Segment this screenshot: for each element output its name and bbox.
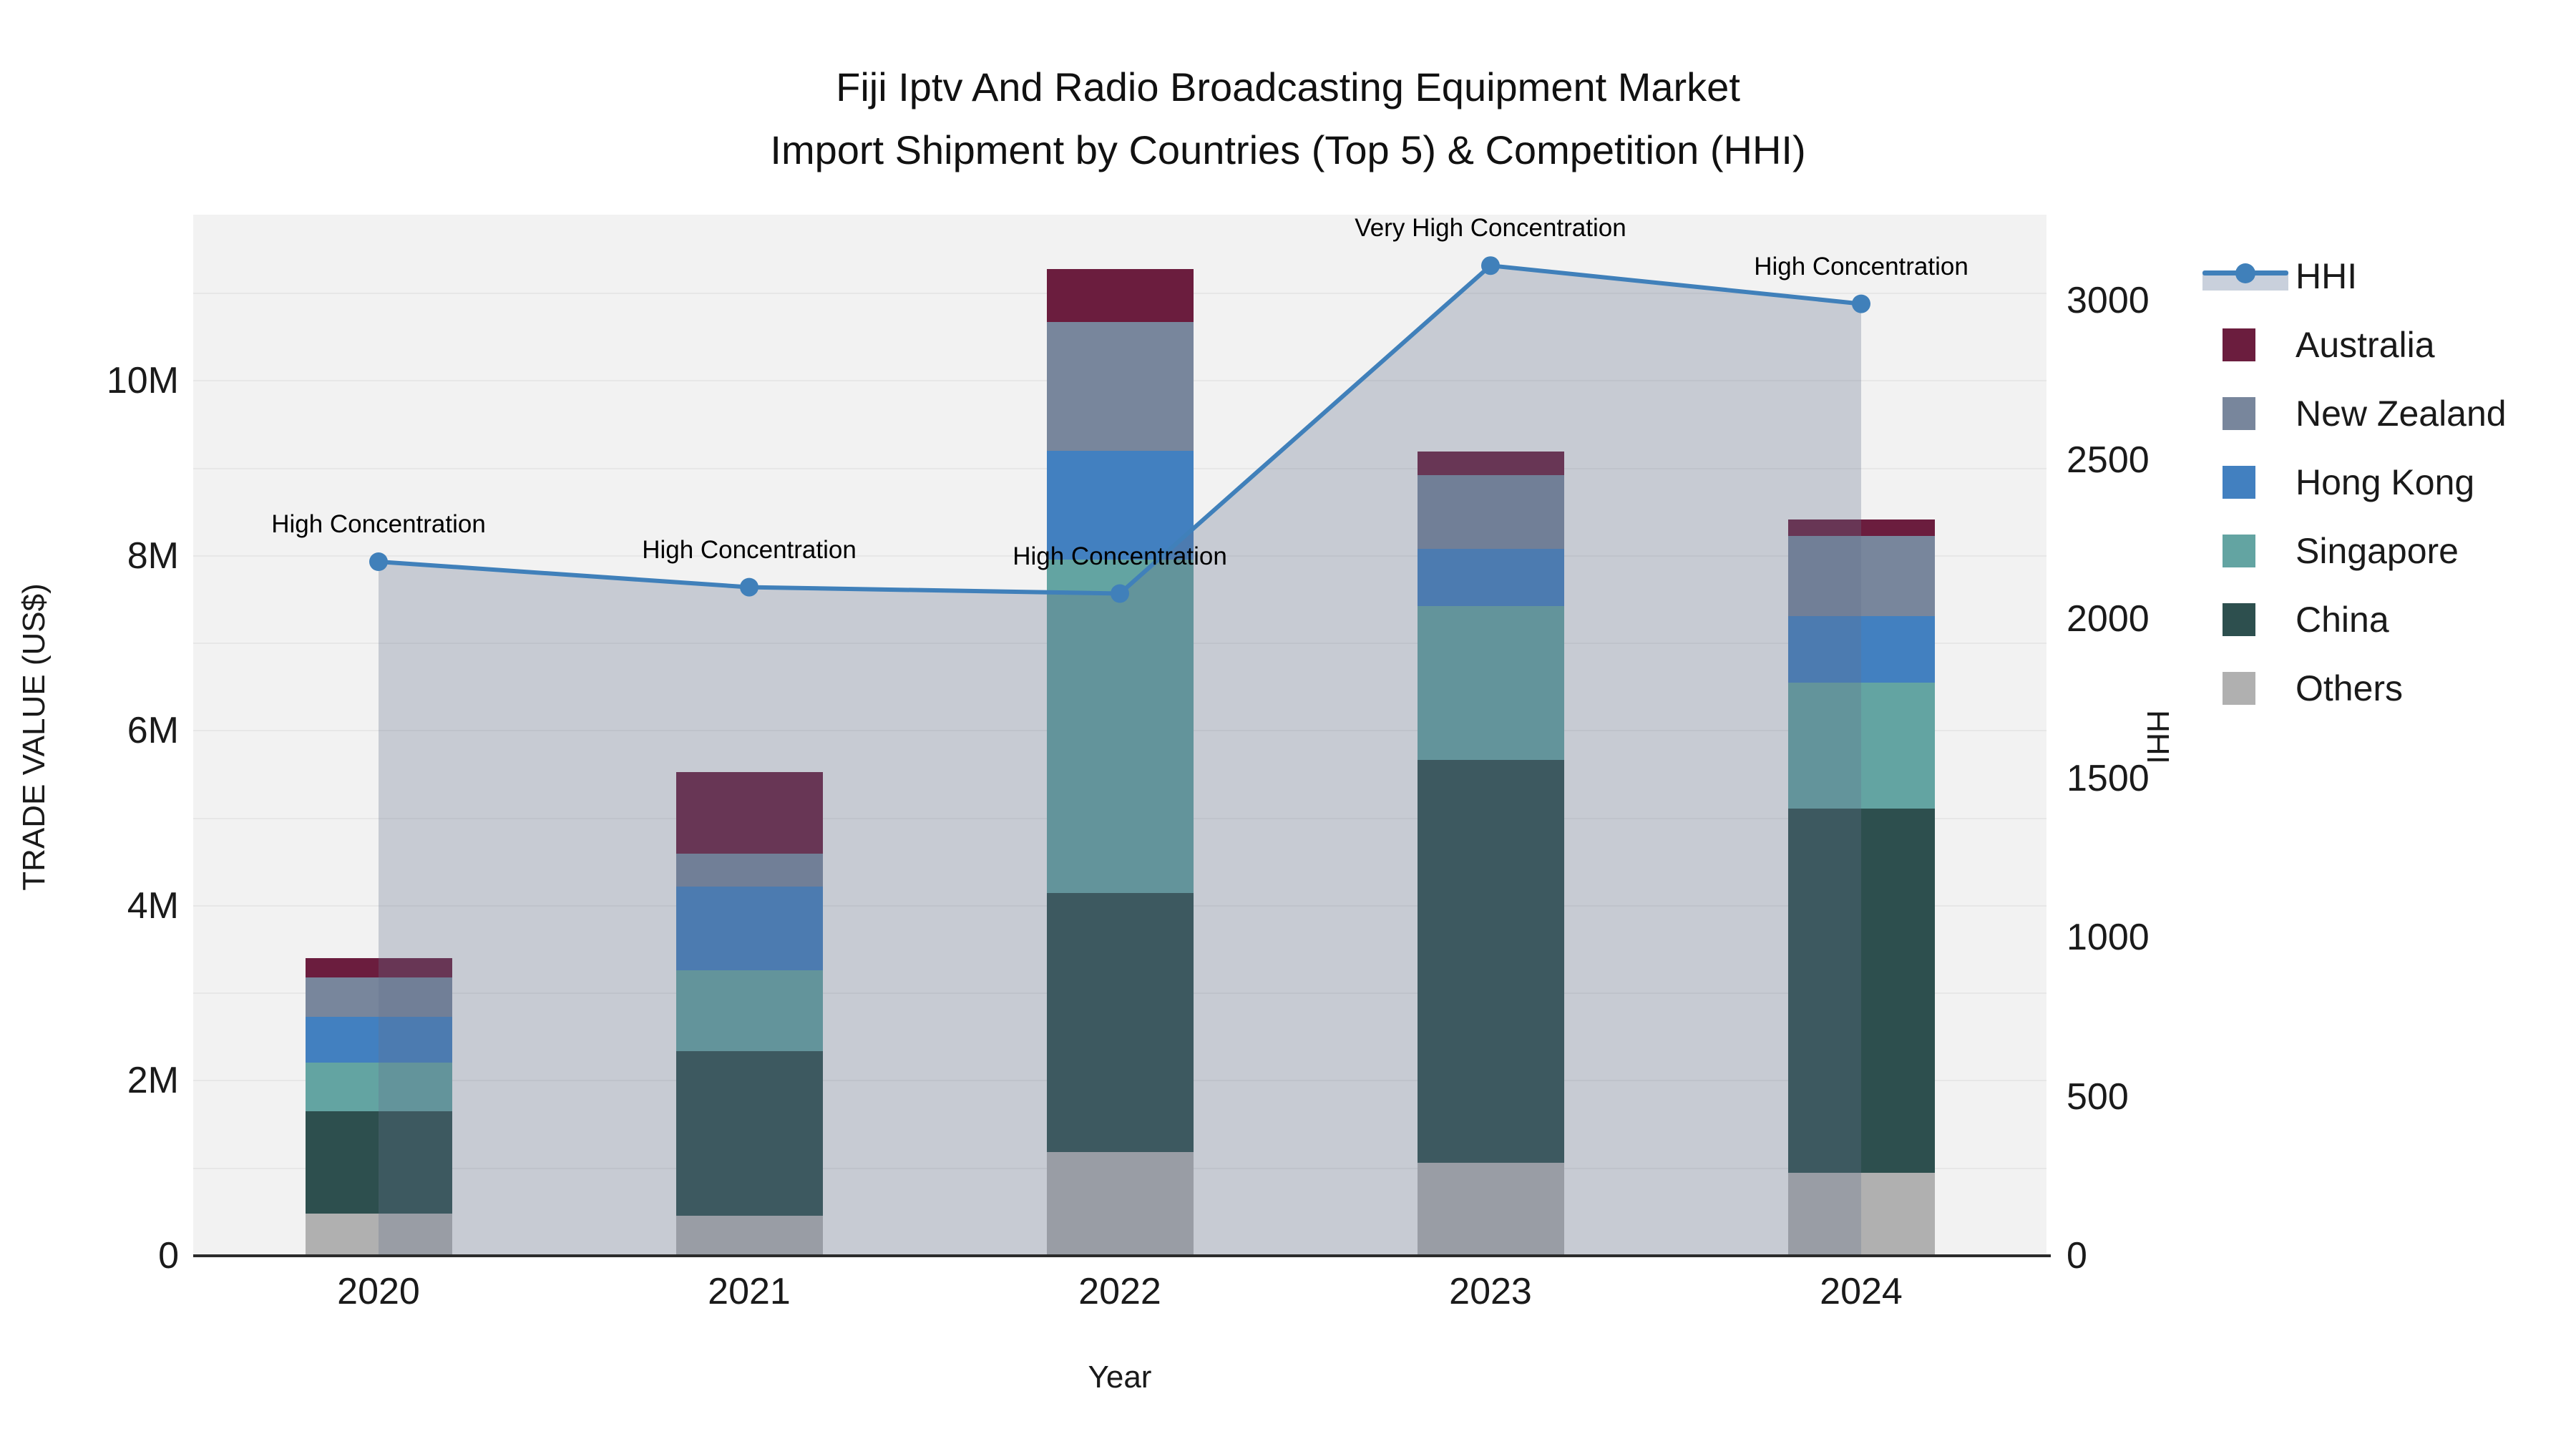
legend-swatch-new-zealand (2223, 397, 2255, 430)
legend-item-others[interactable]: Others (2202, 654, 2507, 723)
legend-label: Hong Kong (2296, 462, 2475, 502)
y-tick-right-500: 500 (2067, 1075, 2129, 1118)
chart-title-line2: Import Shipment by Countries (Top 5) & C… (770, 127, 1806, 172)
bar-segment-new-zealand-2022 (1046, 322, 1194, 452)
y-tick-right-2500: 2500 (2067, 439, 2150, 481)
hhi-marker-2021 (740, 577, 758, 597)
bar-segment-hong-kong-2024 (1787, 616, 1935, 683)
legend-swatch-others (2223, 672, 2255, 705)
legend-swatch-hong-kong (2223, 466, 2255, 499)
y-tick-right-1000: 1000 (2067, 917, 2150, 959)
legend-label: HHI (2296, 256, 2358, 296)
y-axis-right-title: HHI (2140, 710, 2175, 764)
bar-segment-singapore-2020 (305, 1062, 452, 1112)
y-tick-left-2M: 2M (127, 1060, 179, 1102)
bar-segment-hong-kong-2021 (675, 887, 823, 971)
plot-area: High Concentration High Concentration High… (193, 214, 2046, 1256)
legend-item-hhi[interactable]: HHI (2202, 242, 2507, 311)
bar-segment-new-zealand-2021 (675, 853, 823, 887)
bar-segment-singapore-2023 (1417, 605, 1564, 760)
annotation-2020: High Concentration (271, 510, 486, 538)
bar-segment-others-2021 (675, 1215, 823, 1256)
legend-label: Australia (2296, 325, 2435, 365)
legend: HHI Australia New Zealand Hong Kong Singapor… (2202, 242, 2507, 723)
bar-segment-singapore-2024 (1787, 683, 1935, 809)
chart-title: Fiji Iptv And Radio Broadcasting Equipme… (0, 56, 2576, 182)
x-tick-2021: 2021 (708, 1271, 791, 1312)
legend-swatch-singapore (2223, 535, 2255, 567)
legend-item-australia[interactable]: Australia (2202, 311, 2507, 379)
bar-segment-australia-2022 (1046, 268, 1194, 323)
bar-segment-new-zealand-2023 (1417, 475, 1564, 550)
bar-segment-australia-2020 (305, 958, 452, 978)
x-tick-2024: 2024 (1820, 1271, 1903, 1312)
bar-segment-china-2024 (1787, 809, 1935, 1173)
y-tick-right-1500: 1500 (2067, 757, 2150, 799)
legend-swatch-australia (2223, 328, 2255, 361)
x-tick-2023: 2023 (1449, 1271, 1532, 1312)
hhi-marker-2024 (1852, 294, 1870, 313)
figure: Fiji Iptv And Radio Broadcasting Equipme… (0, 0, 2576, 1449)
annotation-2021: High Concentration (642, 535, 857, 564)
y-tick-left-6M: 6M (127, 710, 179, 752)
annotation-2023: Very High Concentration (1355, 214, 1626, 243)
bar-segment-singapore-2022 (1046, 559, 1194, 893)
bar-segment-china-2020 (305, 1111, 452, 1214)
annotation-2022: High Concentration (1013, 542, 1227, 570)
y-tick-right-0: 0 (2067, 1235, 2087, 1277)
x-axis-title: Year (1088, 1360, 1152, 1395)
x-axis-line (193, 1254, 2051, 1257)
legend-hhi-line-sample (2202, 260, 2288, 292)
y-axis-left-title: TRADE VALUE (US$) (16, 583, 52, 891)
legend-label: China (2296, 600, 2389, 640)
y-tick-left-10M: 10M (106, 360, 179, 402)
y-tick-right-2000: 2000 (2067, 598, 2150, 640)
legend-item-china[interactable]: China (2202, 585, 2507, 654)
x-tick-2020: 2020 (337, 1271, 420, 1312)
bar-segment-china-2021 (675, 1050, 823, 1216)
bar-segment-singapore-2021 (675, 970, 823, 1051)
y-tick-left-4M: 4M (127, 884, 179, 927)
bar-segment-hong-kong-2020 (305, 1017, 452, 1063)
legend-item-singapore[interactable]: Singapore (2202, 517, 2507, 585)
legend-label: New Zealand (2296, 394, 2507, 434)
y-tick-right-3000: 3000 (2067, 280, 2150, 322)
legend-item-new-zealand[interactable]: New Zealand (2202, 379, 2507, 448)
bar-segment-australia-2021 (675, 771, 823, 854)
legend-hhi-marker (2235, 263, 2255, 283)
y-tick-left-0: 0 (158, 1235, 179, 1277)
bar-segment-others-2022 (1046, 1151, 1194, 1256)
bar-segment-others-2024 (1787, 1172, 1935, 1256)
annotation-2024: High Concentration (1754, 252, 1968, 280)
bar-segment-hong-kong-2023 (1417, 549, 1564, 606)
bar-segment-australia-2023 (1417, 452, 1564, 476)
legend-item-hong-kong[interactable]: Hong Kong (2202, 448, 2507, 517)
legend-label: Singapore (2296, 531, 2459, 571)
bar-segment-others-2023 (1417, 1163, 1564, 1256)
bar-segment-others-2020 (305, 1214, 452, 1256)
x-tick-2022: 2022 (1078, 1271, 1161, 1312)
chart-title-line1: Fiji Iptv And Radio Broadcasting Equipme… (836, 64, 1740, 109)
legend-label: Others (2296, 668, 2404, 708)
hhi-marker-2023 (1481, 256, 1500, 275)
bar-segment-new-zealand-2024 (1787, 535, 1935, 617)
bar-segment-china-2022 (1046, 892, 1194, 1152)
bar-segment-australia-2024 (1787, 519, 1935, 536)
y-tick-left-8M: 8M (127, 535, 179, 577)
bar-segment-new-zealand-2020 (305, 977, 452, 1018)
bar-segment-china-2023 (1417, 759, 1564, 1163)
legend-swatch-china (2223, 603, 2255, 636)
